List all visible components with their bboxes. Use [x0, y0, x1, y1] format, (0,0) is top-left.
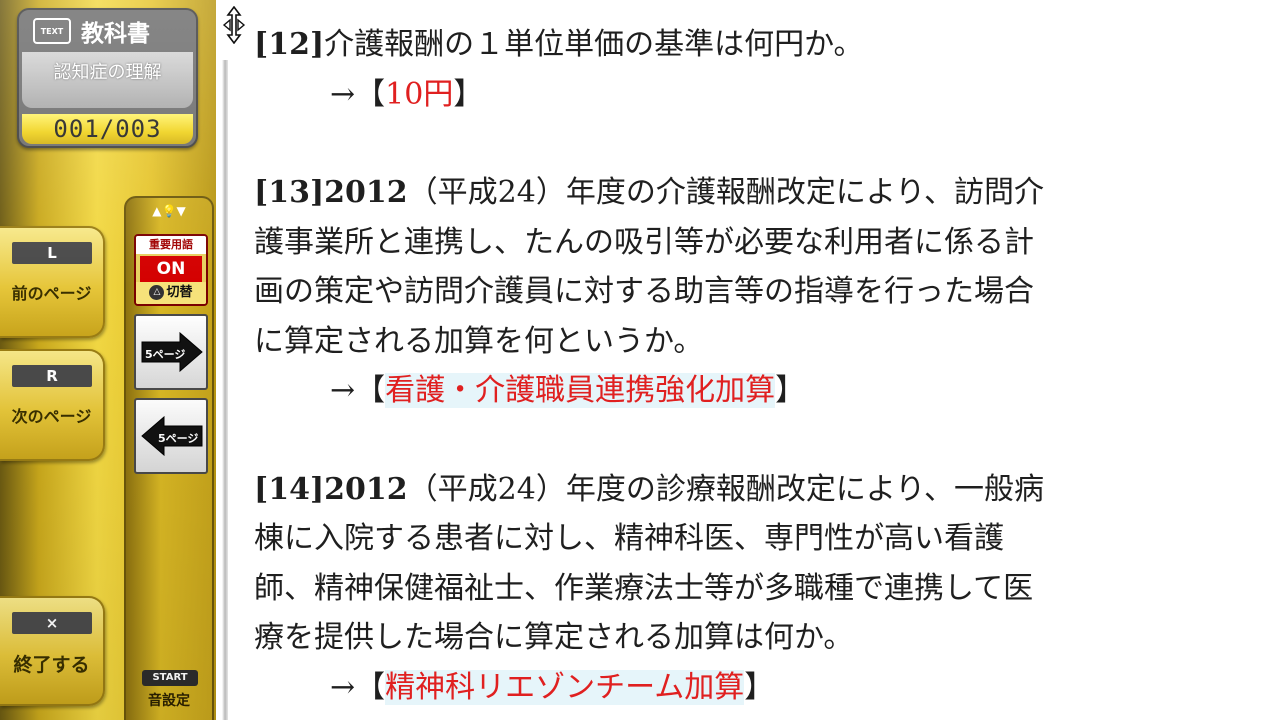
prev-page-button[interactable]: L 前のページ [0, 226, 105, 338]
jump-back-label: 5ページ [158, 432, 199, 445]
keyword-switch: △ 切替 [136, 282, 206, 304]
question-number: [14]2012 [254, 471, 408, 507]
question-line: [12]介護報酬の１単位単価の基準は何円か。 [254, 20, 1264, 70]
question-text: （平成24）年度の診療報酬改定により、一般病 [407, 471, 1045, 507]
triangle-button-icon: △ [149, 285, 165, 300]
jump-back-button[interactable]: 5ページ [134, 398, 208, 474]
question-line: [13]2012（平成24）年度の介護報酬改定により、訪問介 [254, 168, 1264, 218]
next-page-label: 次のページ [11, 407, 92, 426]
close-bracket: 】 [453, 76, 484, 112]
keyword-nav-icon[interactable]: ▲💡▼ [126, 204, 212, 218]
open-bracket: 【 [355, 76, 386, 112]
r-key-badge: R [12, 365, 92, 387]
question-block: [14]2012（平成24）年度の診療報酬改定により、一般病 棟に入院する患者に… [254, 465, 1264, 713]
answer-line: →【10円】 [254, 70, 1264, 120]
answer-line: →【精神科リエゾンチーム加算】 [254, 663, 1264, 713]
question-text: 棟に入院する患者に対し、精神科医、専門性が高い看護 [254, 521, 1004, 556]
answer-line: →【看護・介護職員連携強化加算】 [254, 366, 1264, 416]
book-icon: TEXT [33, 18, 71, 44]
textbook-content: [12]介護報酬の１単位単価の基準は何円か。 →【10円】 [13]2012（平… [254, 20, 1264, 712]
arrow-icon: → [330, 373, 356, 408]
arrow-icon: → [330, 76, 356, 112]
answer-text[interactable]: 看護・介護職員連携強化加算 [385, 373, 776, 408]
sidebar: TEXT 教科書 認知症の理解 001/003 L 前のページ R 次のページ … [0, 0, 216, 720]
move-cursor-icon[interactable] [221, 6, 247, 44]
jump-forward-button[interactable]: 5ページ [134, 314, 208, 390]
keyword-toggle-state: ON [140, 256, 202, 282]
question-text: に算定される加算を何というか。 [254, 323, 704, 359]
question-text: 師、精神保健福祉士、作業療法士等が多職種で連携して医 [254, 570, 1034, 606]
textbook-title: 教科書 [81, 21, 150, 47]
open-bracket: 【 [355, 373, 386, 408]
sound-settings-label: 音設定 [148, 693, 190, 709]
exit-label: 終了する [13, 654, 90, 676]
answer-text[interactable]: 精神科リエゾンチーム加算 [385, 669, 745, 705]
question-block: [12]介護報酬の１単位単価の基準は何円か。 →【10円】 [254, 20, 1264, 119]
x-key-badge: × [12, 612, 92, 634]
keyword-switch-label: 切替 [166, 285, 193, 300]
textbook-card: TEXT 教科書 認知症の理解 001/003 [17, 8, 198, 148]
jump-forward-label: 5ページ [145, 348, 186, 361]
open-bracket: 【 [355, 669, 386, 705]
question-line: [14]2012（平成24）年度の診療報酬改定により、一般病 [254, 465, 1264, 515]
arrow-icon: → [330, 669, 356, 705]
content-divider [222, 60, 228, 720]
l-key-badge: L [12, 242, 92, 264]
page-counter: 001/003 [22, 114, 193, 144]
exit-button[interactable]: × 終了する [0, 596, 105, 706]
control-strip: ▲💡▼ 重要用語 ON △ 切替 5ページ 5ページ START 音設定 [124, 196, 214, 720]
close-bracket: 】 [744, 669, 775, 705]
next-page-button[interactable]: R 次のページ [0, 349, 105, 461]
question-text: 療を提供した場合に算定される加算は何か。 [254, 620, 854, 655]
question-text: 護事業所と連携し、たんの吸引等が必要な利用者に係る計 [254, 224, 1034, 260]
subject-box: 認知症の理解 [22, 52, 193, 108]
question-block: [13]2012（平成24）年度の介護報酬改定により、訪問介 護事業所と連携し、… [254, 168, 1264, 416]
start-key-badge[interactable]: START [142, 670, 198, 686]
question-text: （平成24）年度の介護報酬改定により、訪問介 [407, 175, 1045, 210]
question-number: [12] [254, 27, 325, 62]
keyword-toggle-label: 重要用語 [136, 236, 206, 254]
question-text: 画の策定や訪問介護員に対する助言等の指導を行った場合 [254, 274, 1034, 309]
keyword-toggle[interactable]: 重要用語 ON △ 切替 [134, 234, 208, 306]
close-bracket: 】 [775, 373, 806, 408]
textbook-header: TEXT 教科書 [19, 10, 196, 52]
question-number: [13]2012 [254, 175, 408, 210]
question-text: 介護報酬の１単位単価の基準は何円か。 [324, 27, 864, 62]
answer-text[interactable]: 10円 [385, 77, 453, 112]
subject-title: 認知症の理解 [53, 62, 162, 83]
prev-page-label: 前のページ [11, 284, 92, 303]
